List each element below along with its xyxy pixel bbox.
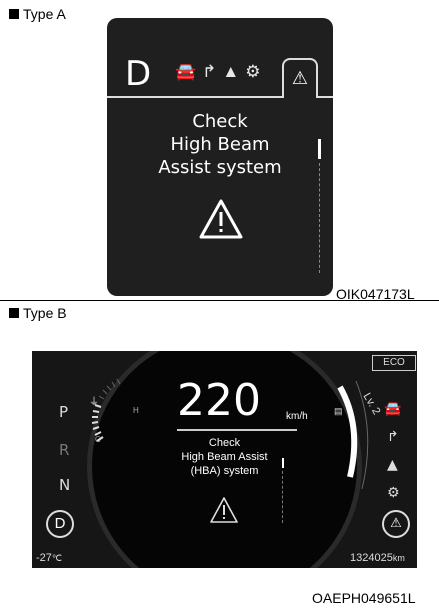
message-line-1: Check bbox=[208, 437, 241, 449]
square-bullet-icon bbox=[9, 308, 19, 318]
speed-unit: km/h bbox=[286, 411, 308, 422]
turn-arrow-icon[interactable]: ↱ bbox=[387, 429, 399, 445]
type-b-display: ⏚ H C Lv. 2 ▤ ECO P R N D 220 km/h Check… bbox=[32, 351, 417, 568]
gear-r: R bbox=[59, 441, 70, 459]
speed-value: 220 bbox=[177, 375, 261, 426]
hba-small-icon: ▤ bbox=[334, 406, 343, 416]
warning-selected-icon[interactable]: ⚠ bbox=[382, 510, 410, 538]
odometer-value: 1324025 bbox=[350, 552, 393, 564]
gear-settings-icon[interactable]: ⚙ bbox=[387, 485, 400, 501]
odometer: 1324025km bbox=[350, 552, 405, 564]
type-a-label-text: Type A bbox=[23, 6, 66, 22]
gear-n: N bbox=[59, 476, 71, 494]
message-line-3: Assist system bbox=[158, 157, 282, 178]
speed-underline bbox=[177, 429, 297, 431]
type-b-message: Check High Beam Assist (HBA) system bbox=[117, 436, 332, 478]
gear-d-selected: D bbox=[46, 510, 74, 538]
type-b-label-text: Type B bbox=[23, 305, 67, 321]
type-a-display: D 🚘 ↱ ▲ ⚙ ⚠ Check High Beam Assist syste… bbox=[107, 18, 333, 296]
scroll-indicator bbox=[282, 458, 284, 468]
temp-high-label: H bbox=[133, 406, 139, 415]
outside-temperature: -27℃ bbox=[36, 552, 62, 564]
lane-icon[interactable]: ▲ bbox=[222, 62, 239, 82]
car-rain-icon[interactable]: 🚘 bbox=[384, 401, 401, 417]
message-line-1: Check bbox=[192, 111, 248, 132]
square-bullet-icon bbox=[9, 9, 19, 19]
lane-icon[interactable]: ▲ bbox=[387, 457, 398, 473]
temperature-unit: ℃ bbox=[51, 553, 63, 563]
type-a-icon-row: 🚘 ↱ ▲ ⚙ bbox=[175, 62, 261, 82]
gear-indicator: D bbox=[125, 54, 152, 94]
car-rain-icon[interactable]: 🚘 bbox=[175, 62, 196, 82]
gear-p: P bbox=[59, 403, 69, 421]
message-line-2: High Beam Assist bbox=[181, 451, 268, 463]
scroll-track bbox=[282, 471, 283, 523]
scroll-indicator bbox=[318, 139, 321, 159]
message-line-2: High Beam bbox=[170, 134, 270, 155]
type-a-message: Check High Beam Assist system bbox=[107, 110, 333, 179]
warning-triangle-icon bbox=[210, 497, 238, 523]
type-b-label: Type B bbox=[9, 305, 67, 321]
gear-settings-icon[interactable]: ⚙ bbox=[245, 62, 260, 82]
svg-text:⏚: ⏚ bbox=[89, 396, 99, 408]
section-divider bbox=[0, 300, 439, 301]
odometer-unit: km bbox=[392, 553, 405, 563]
scroll-track bbox=[319, 163, 320, 273]
type-b-code: OAEPH049651L bbox=[312, 590, 416, 606]
warning-tab[interactable]: ⚠ bbox=[282, 58, 318, 98]
temperature-value: -27 bbox=[36, 552, 52, 564]
eco-badge: ECO bbox=[372, 355, 416, 371]
type-a-label: Type A bbox=[9, 6, 66, 22]
temp-low-label: C bbox=[95, 435, 101, 444]
warning-triangle-icon bbox=[199, 199, 243, 239]
message-line-3: (HBA) system bbox=[190, 465, 259, 477]
turn-arrow-icon[interactable]: ↱ bbox=[202, 62, 216, 82]
